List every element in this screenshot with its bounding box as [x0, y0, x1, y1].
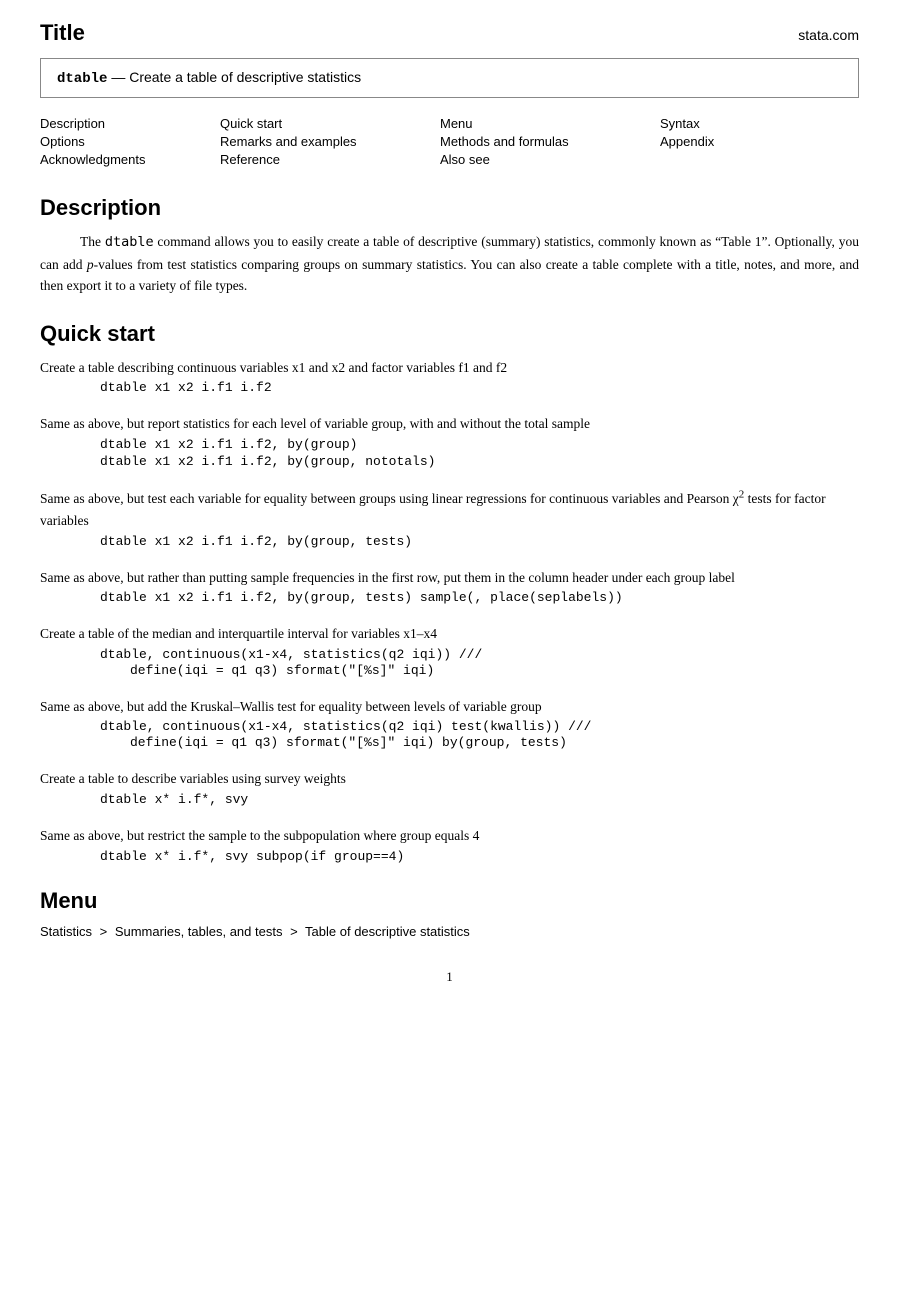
description-section: Description The dtable command allows yo…	[40, 195, 859, 297]
qs-item-6: Same as above, but add the Kruskal–Walli…	[40, 696, 859, 751]
nav-syntax[interactable]: Syntax	[660, 116, 840, 131]
qs-item-4: Same as above, but rather than putting s…	[40, 567, 859, 606]
qs-code-2b: dtable x1 x2 i.f1 i.f2, by(group, notota…	[100, 454, 859, 469]
nav-acknowledgments[interactable]: Acknowledgments	[40, 152, 220, 167]
command-name: dtable	[57, 71, 107, 87]
nav-description[interactable]: Description	[40, 116, 220, 131]
page-number: 1	[40, 969, 859, 985]
description-heading: Description	[40, 195, 859, 221]
nav-reference[interactable]: Reference	[220, 152, 440, 167]
qs-text-1: Create a table describing continuous var…	[40, 360, 507, 375]
quickstart-heading: Quick start	[40, 321, 859, 347]
nav-alsosee[interactable]: Also see	[440, 152, 660, 167]
qs-item-7: Create a table to describe variables usi…	[40, 768, 859, 807]
menu-path: Statistics > Summaries, tables, and test…	[40, 924, 859, 939]
qs-code-6a: dtable, continuous(x1-x4, statistics(q2 …	[100, 719, 859, 734]
qs-code-1: dtable x1 x2 i.f1 i.f2	[100, 380, 859, 395]
description-text: The dtable command allows you to easily …	[40, 231, 859, 297]
qs-code-5b: define(iqi = q1 q3) sformat("[%s]" iqi)	[130, 663, 859, 678]
nav-remarks[interactable]: Remarks and examples	[220, 134, 440, 149]
qs-code-4: dtable x1 x2 i.f1 i.f2, by(group, tests)…	[100, 590, 859, 605]
qs-code-2a: dtable x1 x2 i.f1 i.f2, by(group)	[100, 437, 859, 452]
qs-item-1: Create a table describing continuous var…	[40, 357, 859, 396]
menu-gt-1: >	[100, 924, 108, 939]
nav-menu[interactable]: Menu	[440, 116, 660, 131]
qs-code-6b: define(iqi = q1 q3) sformat("[%s]" iqi) …	[130, 735, 859, 750]
qs-code-3: dtable x1 x2 i.f1 i.f2, by(group, tests)	[100, 534, 859, 549]
qs-text-7: Create a table to describe variables usi…	[40, 771, 346, 786]
title-box: dtable — Create a table of descriptive s…	[40, 58, 859, 98]
quickstart-section: Quick start Create a table describing co…	[40, 321, 859, 864]
qs-code-7: dtable x* i.f*, svy	[100, 792, 859, 807]
qs-item-2: Same as above, but report statistics for…	[40, 413, 859, 469]
nav-options[interactable]: Options	[40, 134, 220, 149]
menu-heading: Menu	[40, 888, 859, 914]
qs-code-8: dtable x* i.f*, svy subpop(if group==4)	[100, 849, 859, 864]
page-header: Title stata.com	[40, 20, 859, 46]
menu-section: Menu Statistics > Summaries, tables, and…	[40, 888, 859, 939]
qs-code-5a: dtable, continuous(x1-x4, statistics(q2 …	[100, 647, 859, 662]
qs-text-2: Same as above, but report statistics for…	[40, 416, 590, 431]
qs-item-8: Same as above, but restrict the sample t…	[40, 825, 859, 864]
qs-text-5: Create a table of the median and interqu…	[40, 626, 437, 641]
title-box-description: Create a table of descriptive statistics	[129, 69, 361, 85]
nav-methods[interactable]: Methods and formulas	[440, 134, 660, 149]
nav-links: Description Quick start Menu Syntax Opti…	[40, 116, 859, 167]
qs-text-6: Same as above, but add the Kruskal–Walli…	[40, 699, 542, 714]
qs-text-3: Same as above, but test each variable fo…	[40, 491, 826, 528]
qs-text-8: Same as above, but restrict the sample t…	[40, 828, 479, 843]
page-title: Title	[40, 20, 85, 46]
qs-item-5: Create a table of the median and interqu…	[40, 623, 859, 678]
qs-item-3: Same as above, but test each variable fo…	[40, 487, 859, 549]
title-box-separator: —	[111, 69, 129, 85]
nav-quickstart[interactable]: Quick start	[220, 116, 440, 131]
menu-gt-2: >	[290, 924, 298, 939]
nav-appendix[interactable]: Appendix	[660, 134, 840, 149]
stata-logo: stata.com	[798, 27, 859, 43]
qs-text-4: Same as above, but rather than putting s…	[40, 570, 735, 585]
